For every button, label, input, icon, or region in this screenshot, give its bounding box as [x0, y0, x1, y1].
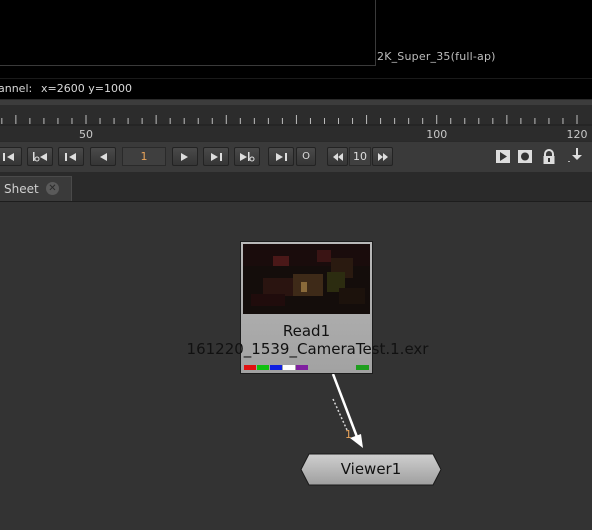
step-forward-button[interactable]	[372, 147, 393, 166]
prev-keyframe-icon	[33, 151, 47, 161]
record-icon[interactable]	[517, 149, 533, 165]
input-number: 1	[345, 428, 352, 441]
tab-sheet[interactable]: Sheet ✕	[0, 176, 72, 201]
timeline-ruler[interactable]: 50 100 120	[0, 105, 592, 141]
flipbook-icon[interactable]	[495, 149, 511, 165]
tab-label: Sheet	[4, 182, 39, 196]
format-boundary-vertical	[375, 0, 376, 66]
format-label: 2K_Super_35(full-ap)	[377, 50, 496, 63]
play-forward-icon	[181, 152, 188, 161]
prev-keyframe-button[interactable]	[27, 147, 53, 166]
viewer-info-bar: annel: x=2600 y=1000	[0, 78, 592, 100]
fast-forward-icon	[377, 152, 388, 161]
pixel-coords: x=2600 y=1000	[41, 82, 132, 95]
o-button[interactable]: O	[296, 147, 316, 166]
channel-swatch-green	[257, 365, 269, 370]
node-name: Viewer1	[340, 460, 402, 478]
first-frame-button[interactable]	[0, 147, 22, 166]
rewind-icon	[332, 152, 343, 161]
next-increment-button[interactable]	[203, 147, 229, 166]
viewer-node[interactable]: Viewer1	[300, 453, 442, 486]
channel-swatch-blue	[270, 365, 282, 370]
first-frame-icon	[3, 152, 14, 161]
prev-increment-button[interactable]	[58, 147, 84, 166]
step-back-button[interactable]	[327, 147, 348, 166]
close-icon[interactable]: ✕	[46, 182, 59, 195]
channel-label: annel:	[0, 82, 33, 95]
status-swatch	[356, 365, 369, 370]
next-keyframe-icon	[240, 151, 255, 161]
frame-increment-field[interactable]: 10	[349, 147, 371, 166]
prev-increment-icon	[65, 152, 76, 161]
transport-bar: 1 O 10	[0, 141, 592, 173]
viewer-canvas[interactable]: 2K_Super_35(full-ap)	[0, 0, 592, 78]
next-increment-icon	[211, 152, 222, 161]
current-frame-field[interactable]: 1	[122, 147, 166, 166]
last-frame-icon	[276, 152, 287, 161]
thumbnail-image	[243, 244, 370, 314]
node-name: Read1	[282, 322, 331, 340]
render-icon[interactable]	[567, 146, 583, 162]
timeline-tick-label: 50	[79, 128, 93, 141]
panel-tab-bar: Sheet ✕	[0, 172, 592, 202]
channel-swatch-purple	[296, 365, 308, 370]
lock-icon[interactable]	[541, 149, 557, 165]
format-boundary-horizontal	[0, 65, 376, 66]
read-file-name: 161220_1539_CameraTest.1.exr	[186, 340, 429, 358]
timeline-tick-label: 100	[426, 128, 447, 141]
next-keyframe-button[interactable]	[234, 147, 260, 166]
thumbnail-image-icon	[243, 244, 370, 314]
last-frame-button[interactable]	[268, 147, 294, 166]
channel-swatch-white	[283, 365, 295, 370]
channel-swatch-red	[244, 365, 256, 370]
play-backward-button[interactable]	[90, 147, 116, 166]
play-backward-icon	[100, 152, 107, 161]
node-graph[interactable]: Read1 161220_1539_CameraTest.1.exr 1 Vie…	[0, 202, 592, 530]
timeline[interactable]: 50 100 120	[0, 105, 592, 141]
timeline-tick-label: 120	[567, 128, 588, 141]
play-forward-button[interactable]	[172, 147, 198, 166]
